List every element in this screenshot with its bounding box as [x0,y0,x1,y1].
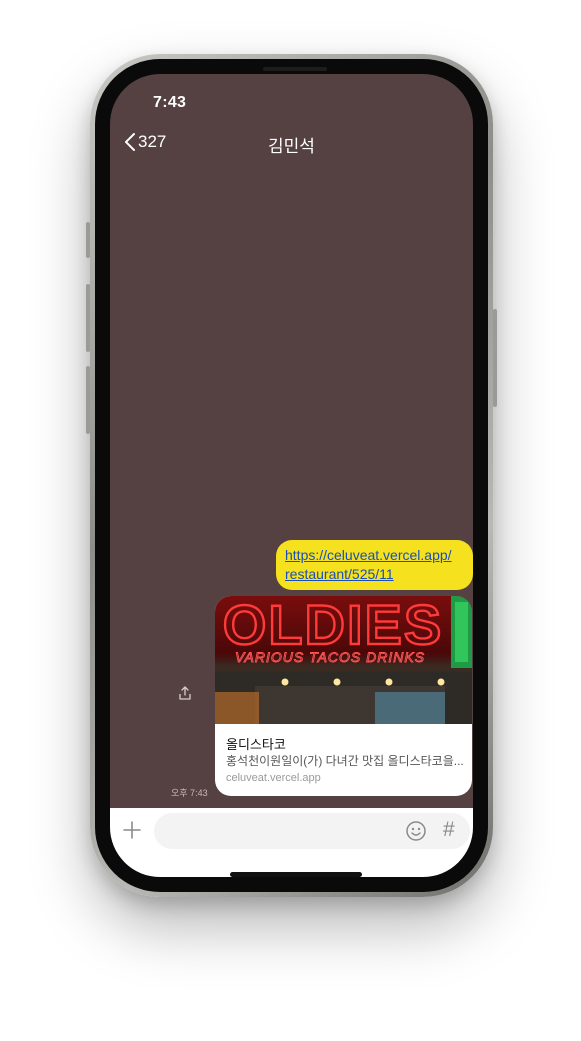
message-time: 오후 7:43 [171,788,208,798]
message-input-bar: # [110,808,473,856]
preview-sign-subtext: VARIOUS TACOS DRINKS [235,649,425,665]
link-line-2: restaurant/525/11 [285,566,394,582]
message-link[interactable]: https://celuveat.vercel.app/ [285,546,464,565]
preview-image: OLDIES VARIOUS TACOS DRINKS [215,596,472,724]
preview-description: 홍석천이원일이(가) 다녀간 맛집 올디스타코을... [226,754,464,768]
status-time: 7:43 [153,94,187,111]
speaker-grill [263,67,327,71]
home-area [110,856,473,877]
emoji-icon[interactable] [405,820,427,847]
share-icon[interactable] [178,686,192,705]
message-link[interactable]: restaurant/525/11 [285,565,464,584]
link-preview-card[interactable]: OLDIES VARIOUS TACOS DRINKS 올디스타코 홍석천이원일… [215,596,472,796]
link-message-bubble: https://celuveat.vercel.app/ restaurant/… [276,540,473,590]
chat-screen: 7:43 327 김민석 https://celuveat.vercel.app… [110,74,473,877]
side-button [86,366,90,434]
chat-title: 김민석 [268,137,315,156]
side-button [493,309,497,407]
home-indicator [230,872,362,877]
preview-domain: celuveat.vercel.app [226,772,321,784]
phone-bezel: 7:43 327 김민석 https://celuveat.vercel.app… [95,59,488,892]
plus-icon[interactable] [122,820,142,845]
hash-icon[interactable]: # [443,818,455,842]
side-button [86,222,90,258]
preview-sign-text: OLDIES [223,596,443,656]
phone-frame: 7:43 327 김민석 https://celuveat.vercel.app… [86,54,497,897]
link-line-1: https://celuveat.vercel.app/ [285,547,452,563]
preview-title: 올디스타코 [226,737,286,752]
side-button [86,284,90,352]
